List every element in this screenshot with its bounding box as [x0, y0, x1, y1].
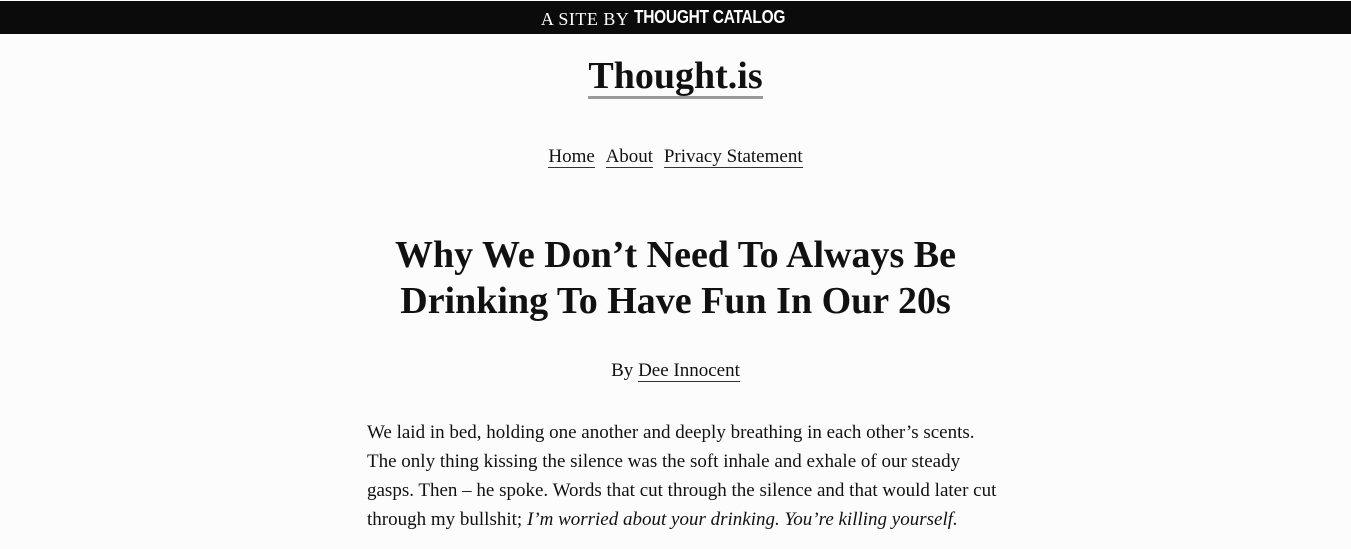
article-title: Why We Don’t Need To Always Be Drinking …: [395, 234, 956, 322]
paragraph-italic-quote: I’m worried about your drinking. You’re …: [526, 509, 958, 530]
site-title-link[interactable]: Thought.is: [588, 56, 763, 99]
byline-prefix: By: [611, 360, 634, 381]
article-byline: By Dee Innocent: [0, 360, 1351, 382]
site-header: Thought.is: [0, 56, 1351, 100]
thought-catalog-logo[interactable]: THOUGHT CATALOG: [634, 7, 785, 28]
article-paragraph: We laid in bed, holding one another and …: [354, 418, 997, 534]
banner-prefix: A SITE BY: [540, 9, 630, 29]
nav-about-link[interactable]: About: [605, 146, 654, 168]
top-banner[interactable]: A SITE BY THOUGHT CATALOG: [0, 1, 1351, 34]
author-link[interactable]: Dee Innocent: [638, 360, 740, 382]
nav-privacy-statement-link[interactable]: Privacy Statement: [663, 146, 803, 168]
main-nav: Home About Privacy Statement: [0, 146, 1351, 168]
nav-home-link[interactable]: Home: [548, 146, 595, 168]
